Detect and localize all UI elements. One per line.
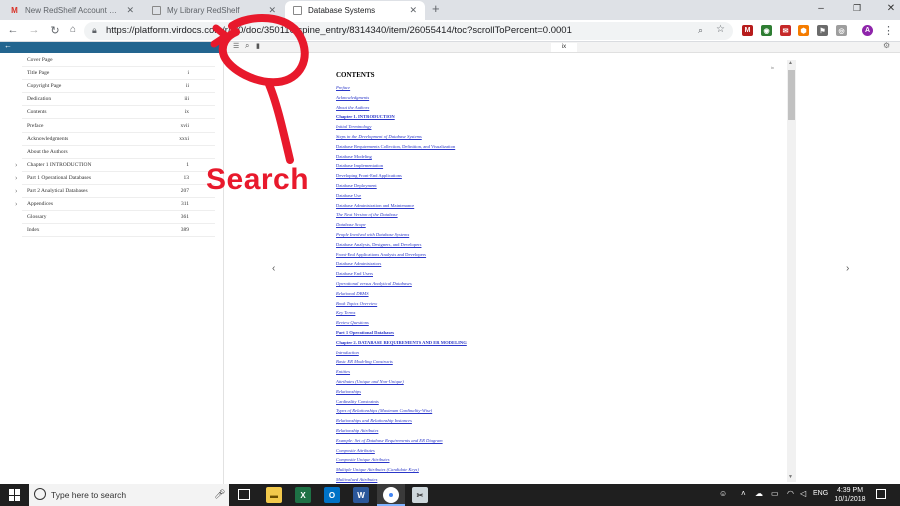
notifications-icon[interactable]	[876, 489, 886, 499]
wifi-icon[interactable]: ◠	[787, 489, 794, 498]
cortana-icon	[34, 488, 46, 500]
taskbar-search-placeholder: Type here to search	[51, 490, 127, 500]
file-explorer-icon[interactable]: ▬	[266, 487, 282, 503]
microphone-icon[interactable]: 🎤︎	[214, 489, 225, 500]
clock-date: 10/1/2018	[834, 496, 866, 503]
volume-icon[interactable]: ◁	[800, 489, 806, 498]
people-icon[interactable]: ☺	[719, 489, 727, 498]
onedrive-icon[interactable]: ☁	[755, 489, 763, 498]
language-indicator[interactable]: ENG	[813, 490, 828, 497]
excel-icon[interactable]: X	[295, 487, 311, 503]
taskbar-search-box[interactable]: Type here to search 🎤︎	[29, 484, 229, 506]
windows-start-icon[interactable]	[9, 489, 21, 501]
task-view-icon[interactable]	[238, 489, 250, 500]
outlook-icon[interactable]: O	[324, 487, 340, 503]
snipping-tool-icon[interactable]: ✂	[412, 487, 428, 503]
battery-icon[interactable]: ▭	[771, 489, 779, 498]
word-icon[interactable]: W	[353, 487, 369, 503]
annotation-label: Search	[206, 163, 310, 196]
clock-time: 4:39 PM	[836, 487, 864, 494]
taskbar: Type here to search 🎤︎ ▬ X O W ✂ ☺ ˄ ☁ ▭…	[0, 484, 900, 506]
annotation-arrow	[210, 14, 309, 164]
show-hidden-icons[interactable]: ˄	[741, 489, 746, 498]
chrome-icon[interactable]	[383, 487, 399, 503]
clock[interactable]: 4:39 PM 10/1/2018	[828, 486, 872, 504]
